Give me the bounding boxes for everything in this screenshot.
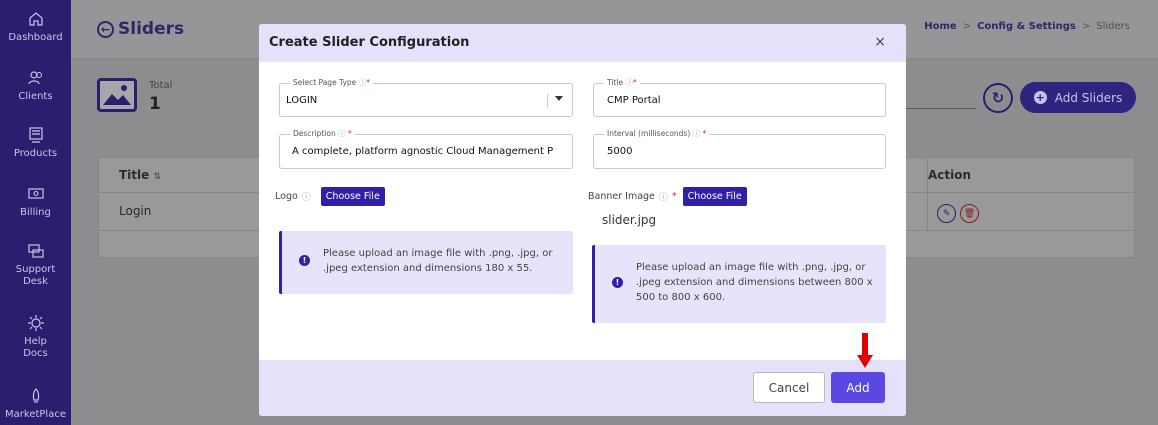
interval-label: Interval (milliseconds) ⓘ * (604, 128, 710, 139)
page-type-label: Select Page Type ⓘ* (290, 77, 373, 88)
products-icon (27, 126, 45, 144)
sidebar-item-label: Dashboard (8, 32, 63, 43)
search-input[interactable] (901, 108, 976, 109)
column-header-action: Action (928, 168, 972, 182)
select-divider (547, 94, 548, 108)
modal-body: Select Page Type ⓘ* LOGIN Title ⓘ* CMP P… (259, 62, 906, 360)
cell-title: Login (119, 204, 152, 218)
sidebar-item-products[interactable]: Products (0, 126, 71, 160)
sidebar-item-label: Products (13, 148, 58, 159)
breadcrumb: Home > Config & Settings > Sliders (924, 21, 1130, 32)
cancel-button[interactable]: Cancel (753, 372, 825, 403)
create-slider-modal: Create Slider Configuration × Select Pag… (259, 24, 906, 416)
sidebar-item-dashboard[interactable]: Dashboard (0, 10, 71, 44)
refresh-button[interactable]: ↻ (983, 83, 1013, 113)
help-icon: ⓘ (301, 193, 311, 203)
logo-upload: Logo ⓘ Choose File (275, 187, 385, 206)
rocket-icon (27, 387, 45, 405)
title-field[interactable]: Title ⓘ* CMP Portal (593, 77, 886, 117)
users-icon (27, 69, 45, 87)
red-arrow-icon (857, 333, 873, 368)
sort-icon[interactable]: ⇅ (153, 172, 161, 182)
banner-label: Banner Image (588, 191, 655, 202)
add-sliders-label: Add Sliders (1054, 90, 1123, 105)
description-label: Description ⓘ * (290, 128, 355, 139)
home-icon (27, 10, 45, 28)
banner-upload: Banner Image ⓘ * Choose File (588, 187, 747, 206)
help-icon: ⓘ (625, 78, 633, 87)
total-label: Total (149, 80, 173, 91)
info-icon: ! (612, 277, 623, 288)
help-icon: ⓘ (692, 129, 701, 138)
sidebar-item-label: Clients (18, 91, 53, 102)
banner-note-text: Please upload an image file with .png, .… (636, 262, 873, 303)
help-icon: ⓘ (658, 193, 668, 203)
info-icon: ! (299, 255, 310, 266)
sidebar-item-marketplace[interactable]: MarketPlace (0, 387, 71, 421)
column-header-title[interactable]: Title ⇅ (119, 168, 161, 182)
support-icon (27, 242, 45, 260)
logo-info-note: ! Please upload an image file with .png,… (279, 231, 573, 294)
total-value: 1 (149, 94, 161, 114)
interval-value: 5000 (607, 146, 633, 157)
title-label: Title ⓘ* (604, 77, 640, 88)
plus-icon: + (1033, 91, 1047, 104)
banner-filename: slider.jpg (602, 213, 657, 227)
logo-choose-file-button[interactable]: Choose File (320, 187, 385, 206)
sidebar-item-clients[interactable]: Clients (0, 69, 71, 103)
add-sliders-button[interactable]: + Add Sliders (1020, 82, 1136, 113)
breadcrumb-config-settings[interactable]: Config & Settings (977, 21, 1076, 32)
sidebar-item-label: Billing (20, 207, 51, 218)
chevron-down-icon[interactable] (555, 96, 563, 101)
sidebar-item-billing[interactable]: Billing (0, 185, 71, 219)
sidebar-item-label: MarketPlace (5, 409, 66, 420)
sidebar-item-label: Support (15, 264, 56, 275)
banner-choose-file-button[interactable]: Choose File (682, 187, 747, 206)
logo-label: Logo (275, 191, 298, 202)
sidebar-item-label: Docs (23, 348, 48, 359)
page-title-text: Sliders (118, 19, 185, 39)
breadcrumb-current: Sliders (1096, 21, 1130, 32)
page-type-select[interactable]: Select Page Type ⓘ* LOGIN (279, 77, 573, 117)
title-value: CMP Portal (607, 95, 661, 106)
breadcrumb-separator: > (1081, 21, 1091, 32)
sidebar-item-support-desk[interactable]: Support Desk (0, 242, 71, 288)
add-button[interactable]: Add (831, 372, 885, 403)
modal-title: Create Slider Configuration (269, 35, 470, 50)
sidebar: Dashboard Clients Products Billing Suppo… (0, 0, 71, 425)
close-icon[interactable]: × (874, 34, 886, 50)
page-title: ← Sliders (97, 19, 184, 39)
modal-header: Create Slider Configuration × (259, 24, 906, 62)
logo-note-text: Please upload an image file with .png, .… (323, 248, 553, 274)
description-value: A complete, platform agnostic Cloud Mana… (292, 146, 554, 157)
sidebar-item-label: Desk (23, 276, 48, 287)
interval-field[interactable]: Interval (milliseconds) ⓘ * 5000 (593, 128, 886, 169)
sidebar-item-help-docs[interactable]: Help Docs (0, 314, 71, 360)
breadcrumb-home[interactable]: Home (924, 21, 956, 32)
edit-icon[interactable]: ✎ (937, 204, 956, 223)
image-gallery-icon (97, 78, 137, 112)
trash-icon[interactable]: 🗑 (960, 204, 979, 223)
banner-info-note: ! Please upload an image file with .png,… (592, 245, 886, 323)
billing-icon (27, 185, 45, 203)
page-type-value: LOGIN (286, 95, 318, 106)
sidebar-item-label: Help (24, 336, 47, 347)
gear-icon (27, 314, 45, 332)
description-field[interactable]: Description ⓘ * A complete, platform agn… (279, 128, 573, 169)
breadcrumb-separator: > (962, 21, 972, 32)
refresh-icon: ↻ (991, 89, 1005, 107)
back-arrow-icon[interactable]: ← (97, 20, 114, 38)
help-icon: ⓘ (338, 129, 346, 138)
